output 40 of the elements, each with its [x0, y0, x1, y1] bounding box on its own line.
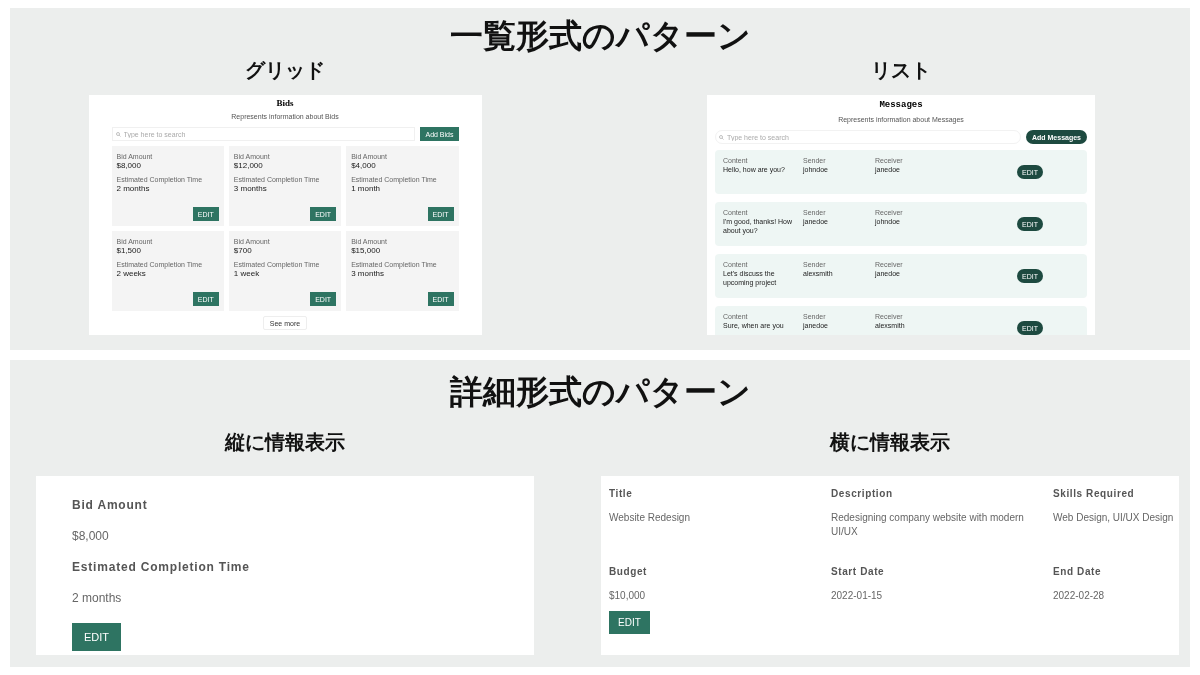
pattern-caption: 横に情報表示 [830, 430, 950, 454]
field-value: $15,000 [351, 246, 382, 256]
edit-button[interactable]: EDIT [72, 623, 121, 651]
field-value: 2 weeks [116, 269, 147, 279]
section-title: 一覧形式のパターン [449, 16, 751, 56]
field-value: 2022-02-28 [1053, 589, 1106, 603]
field-label: Estimated Completion Time [72, 559, 250, 576]
field-label: Title [609, 487, 634, 501]
field-value: $700 [233, 246, 253, 256]
field-value: 3 months [351, 269, 386, 279]
field-value: $10,000 [609, 589, 647, 603]
field-value: 1 month [351, 184, 382, 194]
field-value: $8,000 [72, 528, 109, 545]
field-value: 2022-01-15 [831, 589, 884, 603]
edit-button[interactable]: EDIT [609, 611, 650, 634]
field-label: End Date [1053, 565, 1103, 579]
field-value: $8,000 [116, 161, 142, 171]
field-label: Skills Required [1053, 487, 1136, 501]
field-value: $12,000 [233, 161, 264, 171]
page-title: Bids [275, 98, 295, 108]
section-title: 詳細形式のパターン [449, 372, 751, 412]
field-value: $1,500 [116, 246, 142, 256]
field-value: 1 week [233, 269, 261, 279]
field-value: 2 months [72, 590, 122, 607]
search-icon [115, 131, 121, 137]
field-value: Web Design, UI/UX Design [1053, 511, 1175, 525]
field-value: 3 months [233, 184, 268, 194]
field-label: Budget [609, 565, 649, 579]
field-value: 2 months [116, 184, 151, 194]
field-label: Bid Amount [72, 497, 148, 514]
field-value: $4,000 [351, 161, 377, 171]
field-value: Website Redesign [609, 511, 691, 525]
field-label: Description [831, 487, 894, 501]
field-label: Start Date [831, 565, 886, 579]
pattern-caption: グリッド [245, 58, 325, 82]
pattern-caption: リスト [871, 58, 931, 82]
field-value: Redesigning company website with modern UI/UX [831, 511, 1025, 539]
page-title: Messages [878, 100, 924, 110]
pattern-caption: 縦に情報表示 [225, 430, 345, 454]
search-icon [719, 134, 724, 140]
